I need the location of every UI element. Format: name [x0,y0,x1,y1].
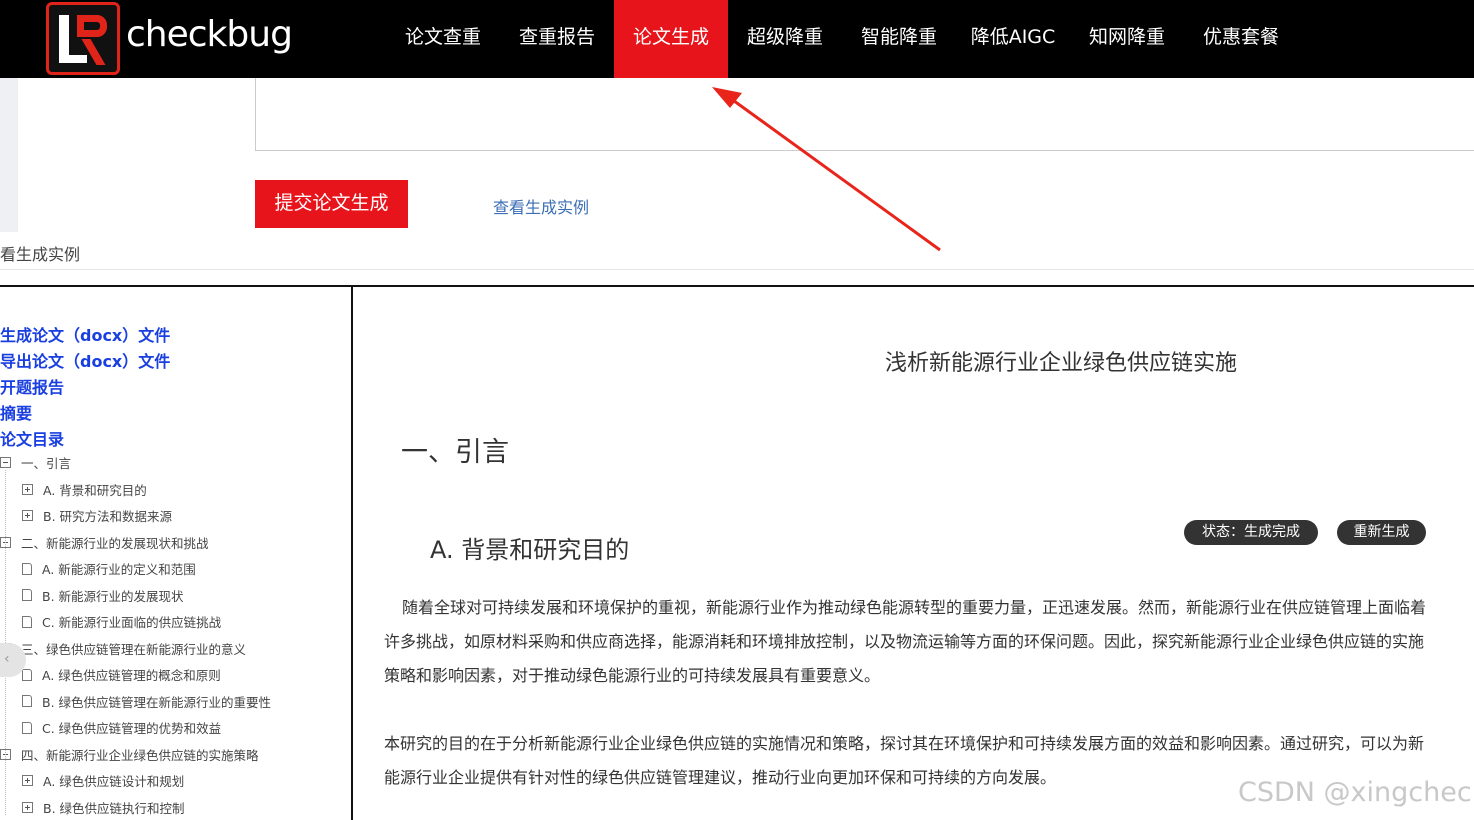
modal-header [0,232,1474,270]
left-gray-strip [0,78,18,233]
tree-item[interactable]: C. 新能源行业面临的供应链挑战 [22,612,221,631]
tree-item-label: B. 绿色供应链管理在新能源行业的重要性 [42,694,272,710]
tree-item[interactable]: 三、绿色供应链管理在新能源行业的意义 [0,639,246,658]
tree-item-label: A. 绿色供应链管理的概念和原则 [42,668,221,683]
tree-item[interactable]: 二、新能源行业的发展现状和挑战 [0,533,209,552]
nav-item-paper-generate[interactable]: 论文生成 [614,0,728,78]
top-navigation-bar: checkbug 论文查重 查重报告 论文生成 超级降重 智能降重 降低AIGC… [0,0,1474,78]
logo-text[interactable]: checkbug [126,14,293,55]
tree-item[interactable]: A. 新能源行业的定义和范围 [22,559,196,578]
document-icon[interactable] [22,589,32,601]
submit-generate-button[interactable]: 提交论文生成 [255,180,408,228]
tree-item-label: 二、新能源行业的发展现状和挑战 [21,535,209,551]
tree-link-generate-docx[interactable]: 生成论文（docx）文件 [0,322,170,346]
document-icon[interactable] [22,695,32,707]
tree-item[interactable]: C. 绿色供应链管理的优势和效益 [22,718,221,737]
paper-input-textarea[interactable] [255,78,1474,151]
document-icon[interactable] [22,562,32,575]
status-badge: 状态：生成完成 [1184,520,1318,545]
modal-title: 看生成实例 [0,245,81,264]
tree-item[interactable]: B. 研究方法和数据来源 [22,506,172,525]
tree-link-export-docx[interactable]: 导出论文（docx）文件 [0,348,170,372]
nav-item-smart-rewrite[interactable]: 智能降重 [842,0,956,78]
main-nav: 论文查重 查重报告 论文生成 超级降重 智能降重 降低AIGC 知网降重 优惠套… [386,0,1298,78]
checkbug-logo-icon[interactable] [46,2,120,75]
tree-item-label: 四、新能源行业企业绿色供应链的实施策略 [21,747,259,763]
tree-item[interactable]: 一、引言 [0,453,71,472]
tree-item-label: 一、引言 [21,456,72,471]
document-icon[interactable] [22,615,32,628]
collapse-icon[interactable] [0,457,11,468]
tree-item[interactable]: B. 绿色供应链管理在新能源行业的重要性 [22,692,271,711]
tree-item-label: B. 新能源行业的发展现状 [42,588,184,604]
tree-item-label: C. 绿色供应链管理的优势和效益 [42,721,222,736]
section-heading: 一、引言 [401,437,509,468]
tree-item[interactable]: A. 背景和研究目的 [22,480,147,499]
document-title: 浅析新能源行业企业绿色供应链实施 [885,351,1238,376]
tree-link-abstract[interactable]: 摘要 [0,400,32,424]
tree-item[interactable]: A. 绿色供应链设计和规划 [22,771,184,790]
expand-icon[interactable] [22,483,33,495]
nav-item-paper-check[interactable]: 论文查重 [386,0,500,78]
expand-icon[interactable] [22,775,33,786]
tree-item-label: C. 新能源行业面临的供应链挑战 [42,615,222,630]
tree-item-label: 三、绿色供应链管理在新能源行业的意义 [21,641,247,657]
nav-item-cnki-rewrite[interactable]: 知网降重 [1070,0,1184,78]
nav-item-check-report[interactable]: 查重报告 [500,0,614,78]
tree-item-label: A. 背景和研究目的 [43,482,147,498]
watermark: CSDN @xingcheck [1238,777,1474,808]
expand-icon[interactable] [22,801,33,813]
tree-item-label: A. 新能源行业的定义和范围 [42,562,196,577]
nav-item-super-rewrite[interactable]: 超级降重 [728,0,842,78]
document-icon[interactable] [22,721,32,734]
expand-icon[interactable] [22,510,33,521]
tree-item[interactable]: 四、新能源行业企业绿色供应链的实施策略 [0,745,259,764]
tree-link-toc[interactable]: 论文目录 [0,426,64,450]
tree-link-proposal[interactable]: 开题报告 [0,374,64,398]
tree-item[interactable]: A. 绿色供应链管理的概念和原则 [22,665,221,684]
tree-item-label: A. 绿色供应链设计和规划 [43,774,185,789]
view-example-link[interactable]: 查看生成实例 [493,194,589,218]
subsection-heading: A. 背景和研究目的 [430,536,630,564]
paragraph-background: 随着全球对可持续发展和环境保护的重视，新能源行业作为推动绿色能源转型的重要力量，… [384,598,1427,685]
tree-item[interactable]: B. 新能源行业的发展现状 [22,586,184,605]
tree-item[interactable]: B. 绿色供应链执行和控制 [22,798,185,817]
regenerate-button[interactable]: 重新生成 [1337,520,1426,545]
chevron-left-icon[interactable]: ‹ [4,651,10,667]
document-icon[interactable] [22,668,32,681]
tree-item-label: B. 绿色供应链执行和控制 [43,800,185,816]
nav-item-discount-package[interactable]: 优惠套餐 [1184,0,1298,78]
nav-item-reduce-aigc[interactable]: 降低AIGC [956,0,1070,78]
tree-item-label: B. 研究方法和数据来源 [43,509,173,524]
